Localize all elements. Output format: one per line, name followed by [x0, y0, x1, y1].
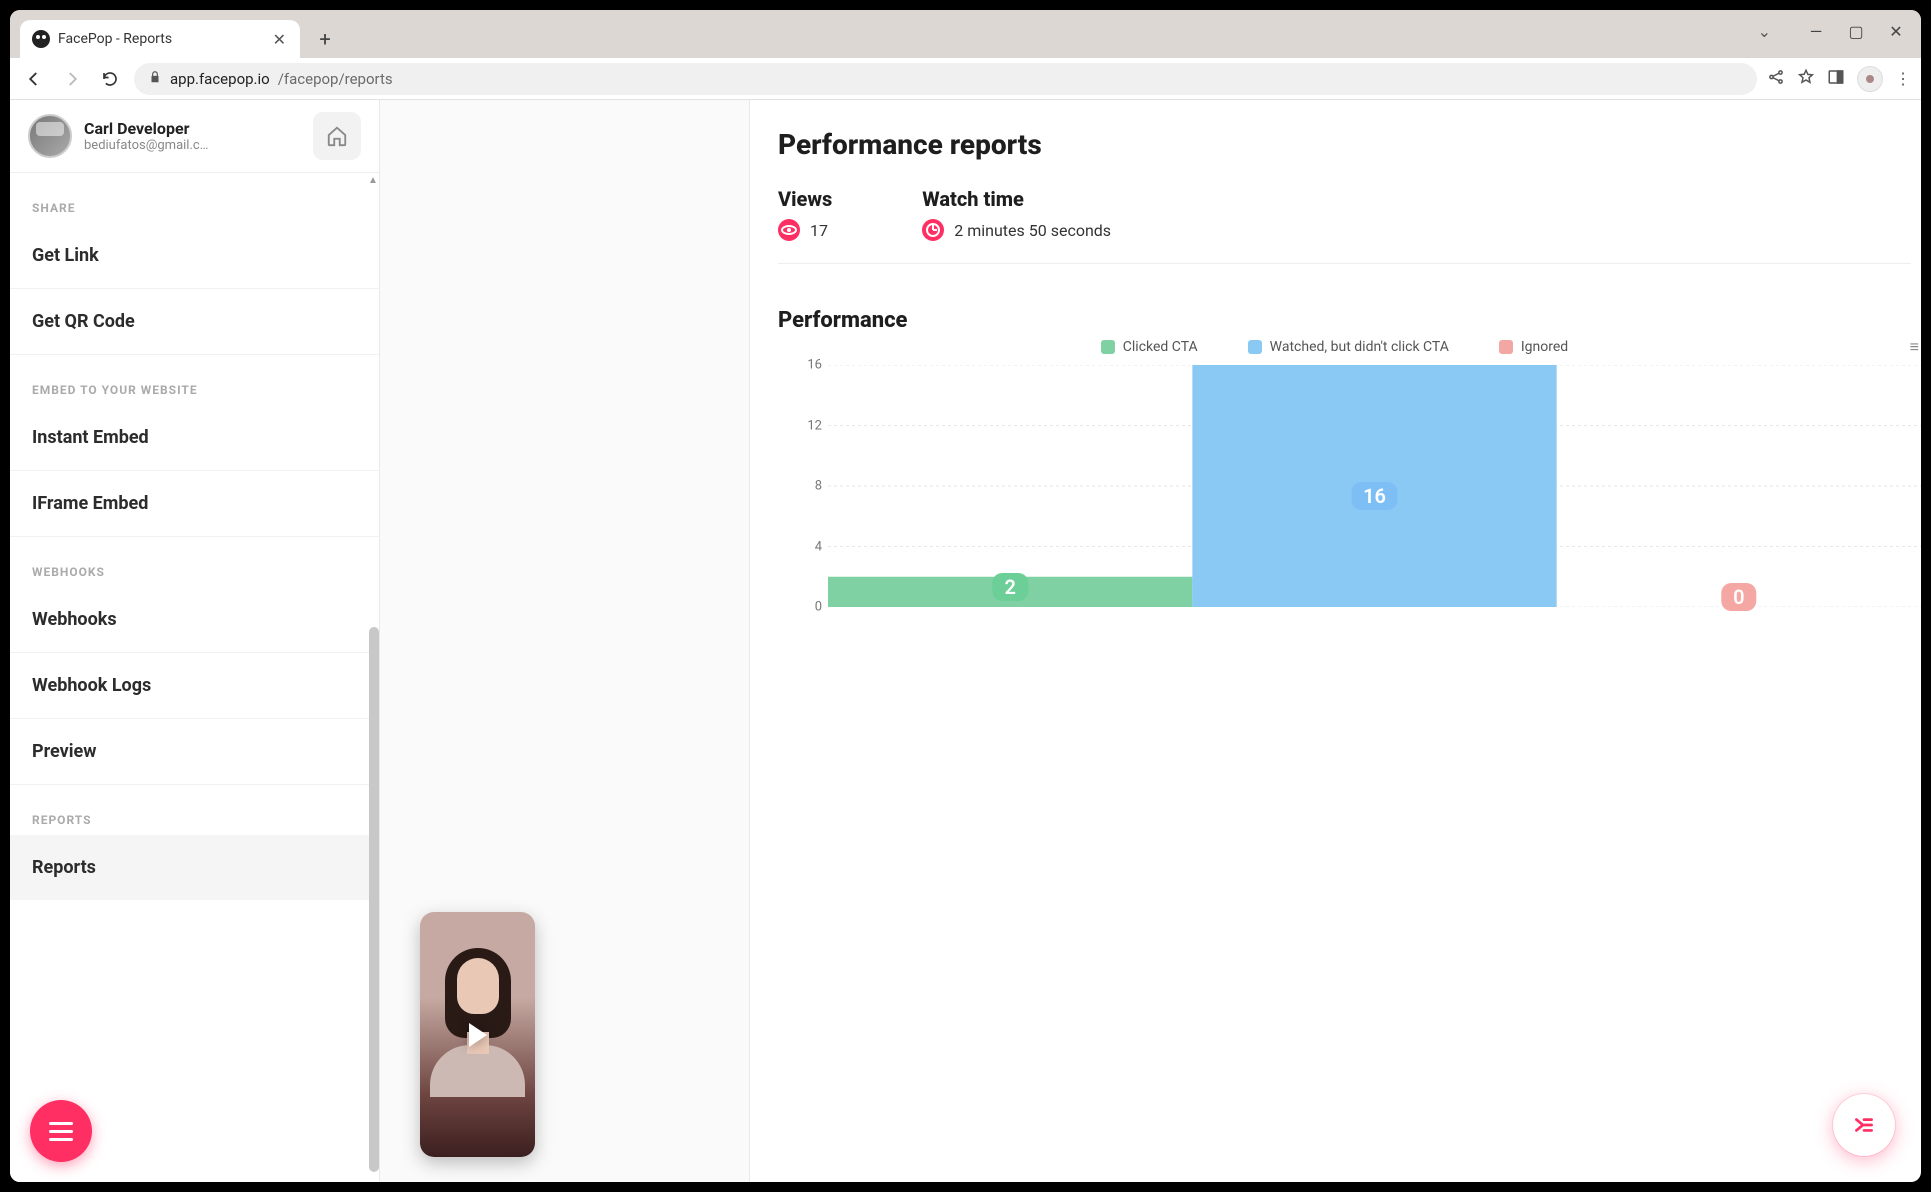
- sidebar-item-webhook-logs[interactable]: Webhook Logs: [10, 653, 379, 719]
- kebab-icon[interactable]: ⋮: [1895, 69, 1911, 88]
- tab-title: FacePop - Reports: [58, 31, 172, 47]
- sidebar-item-get-link[interactable]: Get Link: [10, 223, 379, 289]
- legend-swatch-icon: [1499, 340, 1513, 354]
- profile-name: Carl Developer: [84, 119, 301, 138]
- eye-icon: [778, 219, 800, 241]
- share-icon[interactable]: [1767, 68, 1785, 90]
- nav-forward-icon[interactable]: [58, 65, 86, 93]
- y-tick-label: 0: [815, 600, 822, 615]
- sidebar-item-iframe-embed[interactable]: IFrame Embed: [10, 471, 379, 537]
- watch-value: 2 minutes 50 seconds: [954, 221, 1111, 240]
- sidebar-section-label: EMBED TO YOUR WEBSITE: [10, 355, 379, 405]
- play-icon: [469, 1023, 487, 1047]
- menu-fab[interactable]: [30, 1100, 92, 1162]
- chart-value-badge: 2: [992, 573, 1027, 601]
- chart-legend: Clicked CTA Watched, but didn't click CT…: [778, 339, 1921, 355]
- y-tick-label: 12: [807, 418, 822, 433]
- nav-reload-icon[interactable]: [96, 65, 124, 93]
- y-tick-label: 4: [815, 539, 822, 554]
- video-preview[interactable]: [420, 912, 535, 1157]
- y-tick-label: 8: [815, 479, 822, 494]
- views-value: 17: [810, 221, 828, 240]
- legend-swatch-icon: [1101, 340, 1115, 354]
- chart-value-badge: 0: [1721, 583, 1756, 611]
- scroll-thumb[interactable]: [369, 627, 379, 1172]
- url-bar[interactable]: app.facepop.io/facepop/reports: [134, 63, 1757, 95]
- chart-menu-icon[interactable]: ≡: [1910, 337, 1921, 357]
- sidebar-item-reports[interactable]: Reports: [10, 835, 379, 900]
- sidebar-item-instant-embed[interactable]: Instant Embed: [10, 405, 379, 471]
- y-tick-label: 16: [807, 358, 822, 373]
- clock-icon: [922, 219, 944, 241]
- profile-header: Carl Developer bediufatos@gmail.c…: [10, 100, 379, 172]
- page-title: Performance reports: [778, 128, 1921, 161]
- new-tab-button[interactable]: +: [310, 24, 340, 54]
- hamburger-icon: [49, 1122, 73, 1125]
- browser-toolbar: app.facepop.io/facepop/reports ⋮: [10, 58, 1921, 100]
- url-path: /facepop/reports: [278, 70, 393, 88]
- home-button[interactable]: [313, 112, 361, 160]
- browser-tab[interactable]: FacePop - Reports ✕: [20, 20, 300, 58]
- tab-overflow-icon[interactable]: ⌄: [1758, 22, 1771, 41]
- window-minimize-icon[interactable]: —: [1797, 16, 1835, 46]
- sidebar: Carl Developer bediufatos@gmail.c… SHARE…: [10, 100, 380, 1182]
- sidebar-scrollbar[interactable]: ▲: [369, 173, 379, 1182]
- tab-close-icon[interactable]: ✕: [271, 28, 288, 51]
- performance-chart: ≡ 0481216 2160: [800, 365, 1921, 625]
- stat-views: Views 17: [778, 187, 832, 241]
- performance-title: Performance: [778, 308, 1921, 333]
- main-content: Performance reports Views 17 Watch time …: [750, 100, 1921, 1182]
- sidepanel-icon[interactable]: [1827, 68, 1845, 90]
- nav-back-icon[interactable]: [20, 65, 48, 93]
- sidebar-section-label: SHARE: [10, 173, 379, 223]
- legend-watched[interactable]: Watched, but didn't click CTA: [1248, 339, 1449, 355]
- legend-swatch-icon: [1248, 340, 1262, 354]
- chart-value-badge: 16: [1351, 482, 1398, 510]
- support-fab[interactable]: [1833, 1094, 1895, 1156]
- legend-clicked[interactable]: Clicked CTA: [1101, 339, 1198, 355]
- sidebar-section-label: WEBHOOKS: [10, 537, 379, 587]
- sidebar-item-webhooks[interactable]: Webhooks: [10, 587, 379, 653]
- profile-email: bediufatos@gmail.c…: [84, 138, 301, 153]
- window-close-icon[interactable]: ✕: [1877, 16, 1915, 46]
- profile-icon[interactable]: [1857, 66, 1883, 92]
- watch-label: Watch time: [922, 187, 1111, 211]
- star-icon[interactable]: [1797, 68, 1815, 90]
- url-domain: app.facepop.io: [170, 70, 270, 88]
- stat-watch-time: Watch time 2 minutes 50 seconds: [922, 187, 1111, 241]
- sidebar-item-preview[interactable]: Preview: [10, 719, 379, 785]
- lock-icon: [148, 70, 162, 88]
- window-maximize-icon[interactable]: ▢: [1837, 16, 1875, 46]
- legend-ignored[interactable]: Ignored: [1499, 339, 1568, 355]
- sidebar-section-label: REPORTS: [10, 785, 379, 835]
- tab-favicon: [32, 30, 50, 48]
- views-label: Views: [778, 187, 832, 211]
- scroll-up-icon[interactable]: ▲: [368, 175, 378, 185]
- sidebar-item-get-qr-code[interactable]: Get QR Code: [10, 289, 379, 355]
- browser-tabstrip: FacePop - Reports ✕ + ⌄ — ▢ ✕: [10, 10, 1921, 58]
- preview-panel: [380, 100, 750, 1182]
- avatar[interactable]: [28, 114, 72, 158]
